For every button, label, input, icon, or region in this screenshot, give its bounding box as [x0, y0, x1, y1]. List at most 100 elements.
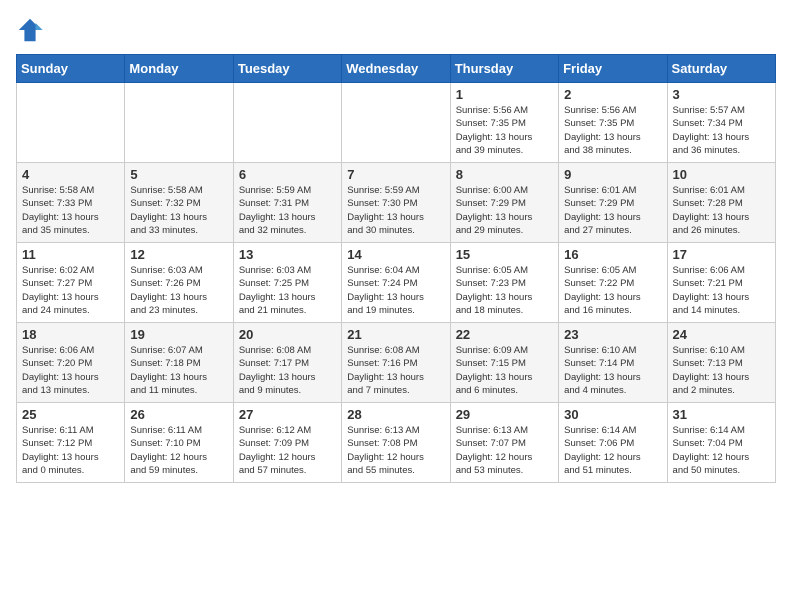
calendar-cell: 24 Sunrise: 6:10 AMSunset: 7:13 PMDayligh… — [667, 323, 775, 403]
day-info: Sunrise: 6:00 AMSunset: 7:29 PMDaylight:… — [456, 184, 553, 237]
day-info: Sunrise: 6:05 AMSunset: 7:22 PMDaylight:… — [564, 264, 661, 317]
day-info: Sunrise: 5:56 AMSunset: 7:35 PMDaylight:… — [564, 104, 661, 157]
day-info: Sunrise: 6:13 AMSunset: 7:07 PMDaylight:… — [456, 424, 553, 477]
day-info: Sunrise: 5:57 AMSunset: 7:34 PMDaylight:… — [673, 104, 770, 157]
calendar-cell: 23 Sunrise: 6:10 AMSunset: 7:14 PMDayligh… — [559, 323, 667, 403]
calendar-cell: 31Sunrise: 6:14 AMSunset: 7:04 PMDayligh… — [667, 403, 775, 483]
weekday-header-sunday: Sunday — [17, 55, 125, 83]
day-number: 20 — [239, 327, 336, 342]
day-info: Sunrise: 6:11 AMSunset: 7:10 PMDaylight:… — [130, 424, 227, 477]
day-info: Sunrise: 6:10 AMSunset: 7:13 PMDaylight:… — [673, 344, 770, 397]
day-number: 19 — [130, 327, 227, 342]
day-info: Sunrise: 6:04 AMSunset: 7:24 PMDaylight:… — [347, 264, 444, 317]
day-info: Sunrise: 6:01 AMSunset: 7:29 PMDaylight:… — [564, 184, 661, 237]
day-info: Sunrise: 5:59 AMSunset: 7:31 PMDaylight:… — [239, 184, 336, 237]
calendar-cell: 20Sunrise: 6:08 AMSunset: 7:17 PMDayligh… — [233, 323, 341, 403]
weekday-header-thursday: Thursday — [450, 55, 558, 83]
logo-icon — [16, 16, 44, 44]
weekday-header-row: SundayMondayTuesdayWednesdayThursdayFrid… — [17, 55, 776, 83]
calendar-cell: 15 Sunrise: 6:05 AMSunset: 7:23 PMDayligh… — [450, 243, 558, 323]
day-info: Sunrise: 5:59 AMSunset: 7:30 PMDaylight:… — [347, 184, 444, 237]
calendar-cell: 28 Sunrise: 6:13 AMSunset: 7:08 PMDayligh… — [342, 403, 450, 483]
calendar-cell: 6 Sunrise: 5:59 AMSunset: 7:31 PMDaylight… — [233, 163, 341, 243]
day-number: 24 — [673, 327, 770, 342]
day-number: 2 — [564, 87, 661, 102]
week-row-2: 4 Sunrise: 5:58 AMSunset: 7:33 PMDaylight… — [17, 163, 776, 243]
weekday-header-tuesday: Tuesday — [233, 55, 341, 83]
calendar-cell — [233, 83, 341, 163]
calendar: SundayMondayTuesdayWednesdayThursdayFrid… — [16, 54, 776, 483]
calendar-cell: 12Sunrise: 6:03 AMSunset: 7:26 PMDayligh… — [125, 243, 233, 323]
day-info: Sunrise: 6:10 AMSunset: 7:14 PMDaylight:… — [564, 344, 661, 397]
calendar-cell: 4 Sunrise: 5:58 AMSunset: 7:33 PMDaylight… — [17, 163, 125, 243]
day-number: 23 — [564, 327, 661, 342]
calendar-cell: 30 Sunrise: 6:14 AMSunset: 7:06 PMDayligh… — [559, 403, 667, 483]
calendar-cell: 26 Sunrise: 6:11 AMSunset: 7:10 PMDayligh… — [125, 403, 233, 483]
day-number: 28 — [347, 407, 444, 422]
day-number: 9 — [564, 167, 661, 182]
calendar-cell — [125, 83, 233, 163]
calendar-cell: 5 Sunrise: 5:58 AMSunset: 7:32 PMDaylight… — [125, 163, 233, 243]
calendar-cell — [17, 83, 125, 163]
calendar-cell: 11 Sunrise: 6:02 AMSunset: 7:27 PMDayligh… — [17, 243, 125, 323]
weekday-header-wednesday: Wednesday — [342, 55, 450, 83]
calendar-cell: 10 Sunrise: 6:01 AMSunset: 7:28 PMDayligh… — [667, 163, 775, 243]
calendar-cell: 13 Sunrise: 6:03 AMSunset: 7:25 PMDayligh… — [233, 243, 341, 323]
calendar-cell: 7 Sunrise: 5:59 AMSunset: 7:30 PMDaylight… — [342, 163, 450, 243]
day-number: 27 — [239, 407, 336, 422]
day-number: 18 — [22, 327, 119, 342]
calendar-cell: 27 Sunrise: 6:12 AMSunset: 7:09 PMDayligh… — [233, 403, 341, 483]
week-row-4: 18 Sunrise: 6:06 AMSunset: 7:20 PMDayligh… — [17, 323, 776, 403]
day-info: Sunrise: 6:03 AMSunset: 7:25 PMDaylight:… — [239, 264, 336, 317]
day-number: 3 — [673, 87, 770, 102]
day-number: 11 — [22, 247, 119, 262]
week-row-3: 11 Sunrise: 6:02 AMSunset: 7:27 PMDayligh… — [17, 243, 776, 323]
day-number: 12 — [130, 247, 227, 262]
day-number: 31 — [673, 407, 770, 422]
day-info: Sunrise: 6:06 AMSunset: 7:21 PMDaylight:… — [673, 264, 770, 317]
calendar-cell: 19Sunrise: 6:07 AMSunset: 7:18 PMDayligh… — [125, 323, 233, 403]
day-number: 8 — [456, 167, 553, 182]
day-number: 25 — [22, 407, 119, 422]
day-number: 17 — [673, 247, 770, 262]
day-info: Sunrise: 6:01 AMSunset: 7:28 PMDaylight:… — [673, 184, 770, 237]
day-info: Sunrise: 6:08 AMSunset: 7:16 PMDaylight:… — [347, 344, 444, 397]
day-number: 29 — [456, 407, 553, 422]
calendar-cell: 17 Sunrise: 6:06 AMSunset: 7:21 PMDayligh… — [667, 243, 775, 323]
day-number: 14 — [347, 247, 444, 262]
calendar-cell: 16 Sunrise: 6:05 AMSunset: 7:22 PMDayligh… — [559, 243, 667, 323]
day-number: 5 — [130, 167, 227, 182]
calendar-cell: 21Sunrise: 6:08 AMSunset: 7:16 PMDayligh… — [342, 323, 450, 403]
day-number: 6 — [239, 167, 336, 182]
day-info: Sunrise: 6:02 AMSunset: 7:27 PMDaylight:… — [22, 264, 119, 317]
day-number: 16 — [564, 247, 661, 262]
day-number: 30 — [564, 407, 661, 422]
day-info: Sunrise: 6:05 AMSunset: 7:23 PMDaylight:… — [456, 264, 553, 317]
day-number: 15 — [456, 247, 553, 262]
week-row-1: 1Sunrise: 5:56 AMSunset: 7:35 PMDaylight… — [17, 83, 776, 163]
day-info: Sunrise: 5:56 AMSunset: 7:35 PMDaylight:… — [456, 104, 553, 157]
calendar-cell: 8 Sunrise: 6:00 AMSunset: 7:29 PMDaylight… — [450, 163, 558, 243]
calendar-cell: 14 Sunrise: 6:04 AMSunset: 7:24 PMDayligh… — [342, 243, 450, 323]
day-number: 4 — [22, 167, 119, 182]
day-info: Sunrise: 6:14 AMSunset: 7:06 PMDaylight:… — [564, 424, 661, 477]
day-number: 10 — [673, 167, 770, 182]
weekday-header-saturday: Saturday — [667, 55, 775, 83]
day-info: Sunrise: 6:09 AMSunset: 7:15 PMDaylight:… — [456, 344, 553, 397]
calendar-cell: 1Sunrise: 5:56 AMSunset: 7:35 PMDaylight… — [450, 83, 558, 163]
day-info: Sunrise: 5:58 AMSunset: 7:33 PMDaylight:… — [22, 184, 119, 237]
weekday-header-friday: Friday — [559, 55, 667, 83]
calendar-cell: 9 Sunrise: 6:01 AMSunset: 7:29 PMDaylight… — [559, 163, 667, 243]
day-info: Sunrise: 6:12 AMSunset: 7:09 PMDaylight:… — [239, 424, 336, 477]
day-info: Sunrise: 5:58 AMSunset: 7:32 PMDaylight:… — [130, 184, 227, 237]
day-info: Sunrise: 6:13 AMSunset: 7:08 PMDaylight:… — [347, 424, 444, 477]
calendar-cell: 18 Sunrise: 6:06 AMSunset: 7:20 PMDayligh… — [17, 323, 125, 403]
calendar-cell: 3 Sunrise: 5:57 AMSunset: 7:34 PMDaylight… — [667, 83, 775, 163]
day-info: Sunrise: 6:11 AMSunset: 7:12 PMDaylight:… — [22, 424, 119, 477]
day-number: 13 — [239, 247, 336, 262]
logo — [16, 16, 48, 44]
day-number: 26 — [130, 407, 227, 422]
week-row-5: 25 Sunrise: 6:11 AMSunset: 7:12 PMDayligh… — [17, 403, 776, 483]
day-number: 7 — [347, 167, 444, 182]
day-info: Sunrise: 6:06 AMSunset: 7:20 PMDaylight:… — [22, 344, 119, 397]
